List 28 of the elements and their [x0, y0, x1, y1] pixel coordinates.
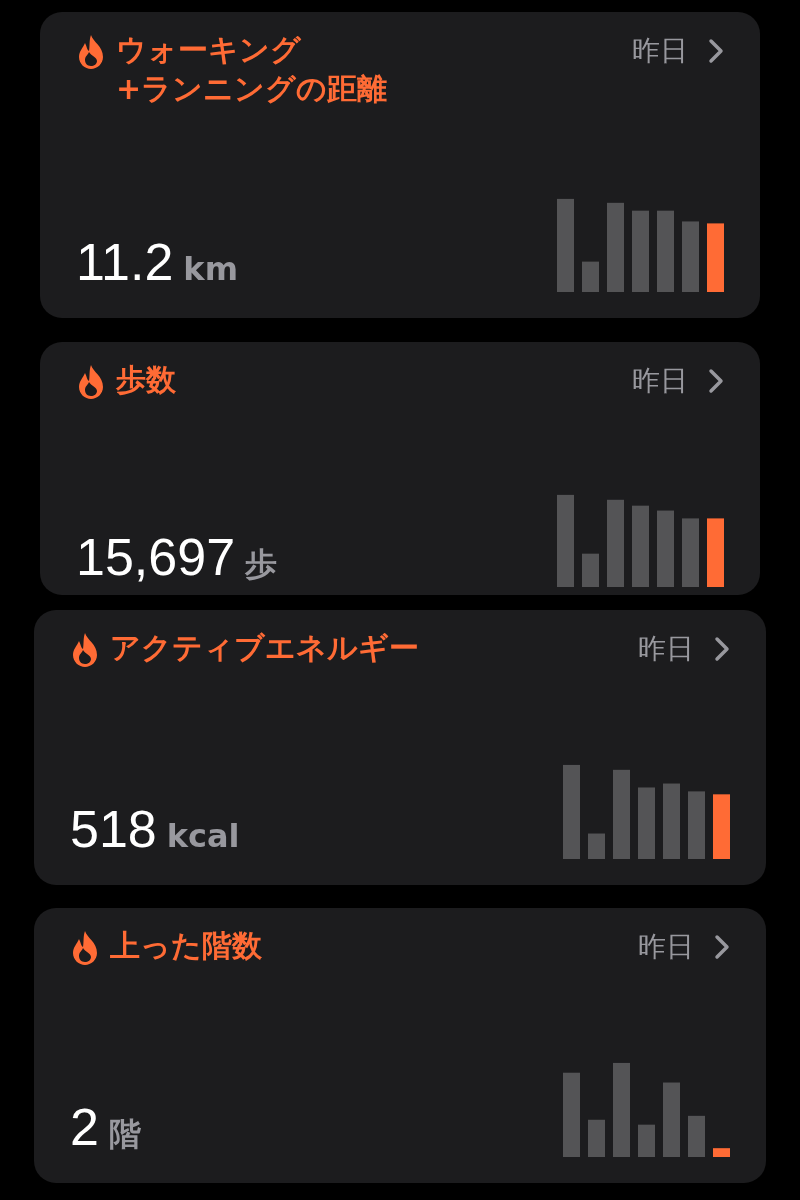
unit-label: kcal — [166, 817, 240, 855]
metric-value: 15,697 — [76, 527, 236, 587]
card-title: アクティブエネルギー — [110, 629, 419, 667]
metric-value: 2 — [70, 1097, 99, 1157]
card-background[interactable]: 歩数 昨日 15,697 歩 — [40, 342, 760, 595]
flame-icon — [70, 930, 100, 966]
chevron-icon[interactable] — [708, 368, 724, 394]
card-background[interactable]: 上った階数 昨日 2 階 — [34, 908, 766, 1183]
chevron-icon[interactable] — [708, 38, 724, 64]
unit-label: km — [183, 250, 238, 288]
date-label: 昨日 — [638, 631, 694, 667]
metric-value: 518 — [70, 799, 157, 859]
metric-value: 11.2 — [76, 232, 174, 292]
card-background[interactable]: ウォーキング +ランニングの距離 昨日 11.2 km — [40, 12, 760, 318]
flame-icon — [76, 364, 106, 400]
card-title: 上った階数 — [110, 927, 262, 965]
card-title: ウォーキング +ランニングの距離 — [116, 31, 388, 108]
date-label: 昨日 — [638, 929, 694, 965]
flame-icon — [76, 34, 106, 70]
unit-label: 歩 — [245, 544, 278, 585]
unit-label: 階 — [108, 1114, 141, 1155]
flame-icon — [70, 632, 100, 668]
date-label: 昨日 — [632, 363, 688, 399]
card-title: 歩数 — [116, 361, 176, 399]
chevron-icon[interactable] — [714, 934, 730, 960]
card-background[interactable]: アクティブエネルギー 昨日 518 kcal — [34, 610, 766, 885]
date-label: 昨日 — [632, 33, 688, 69]
chevron-icon[interactable] — [714, 636, 730, 662]
